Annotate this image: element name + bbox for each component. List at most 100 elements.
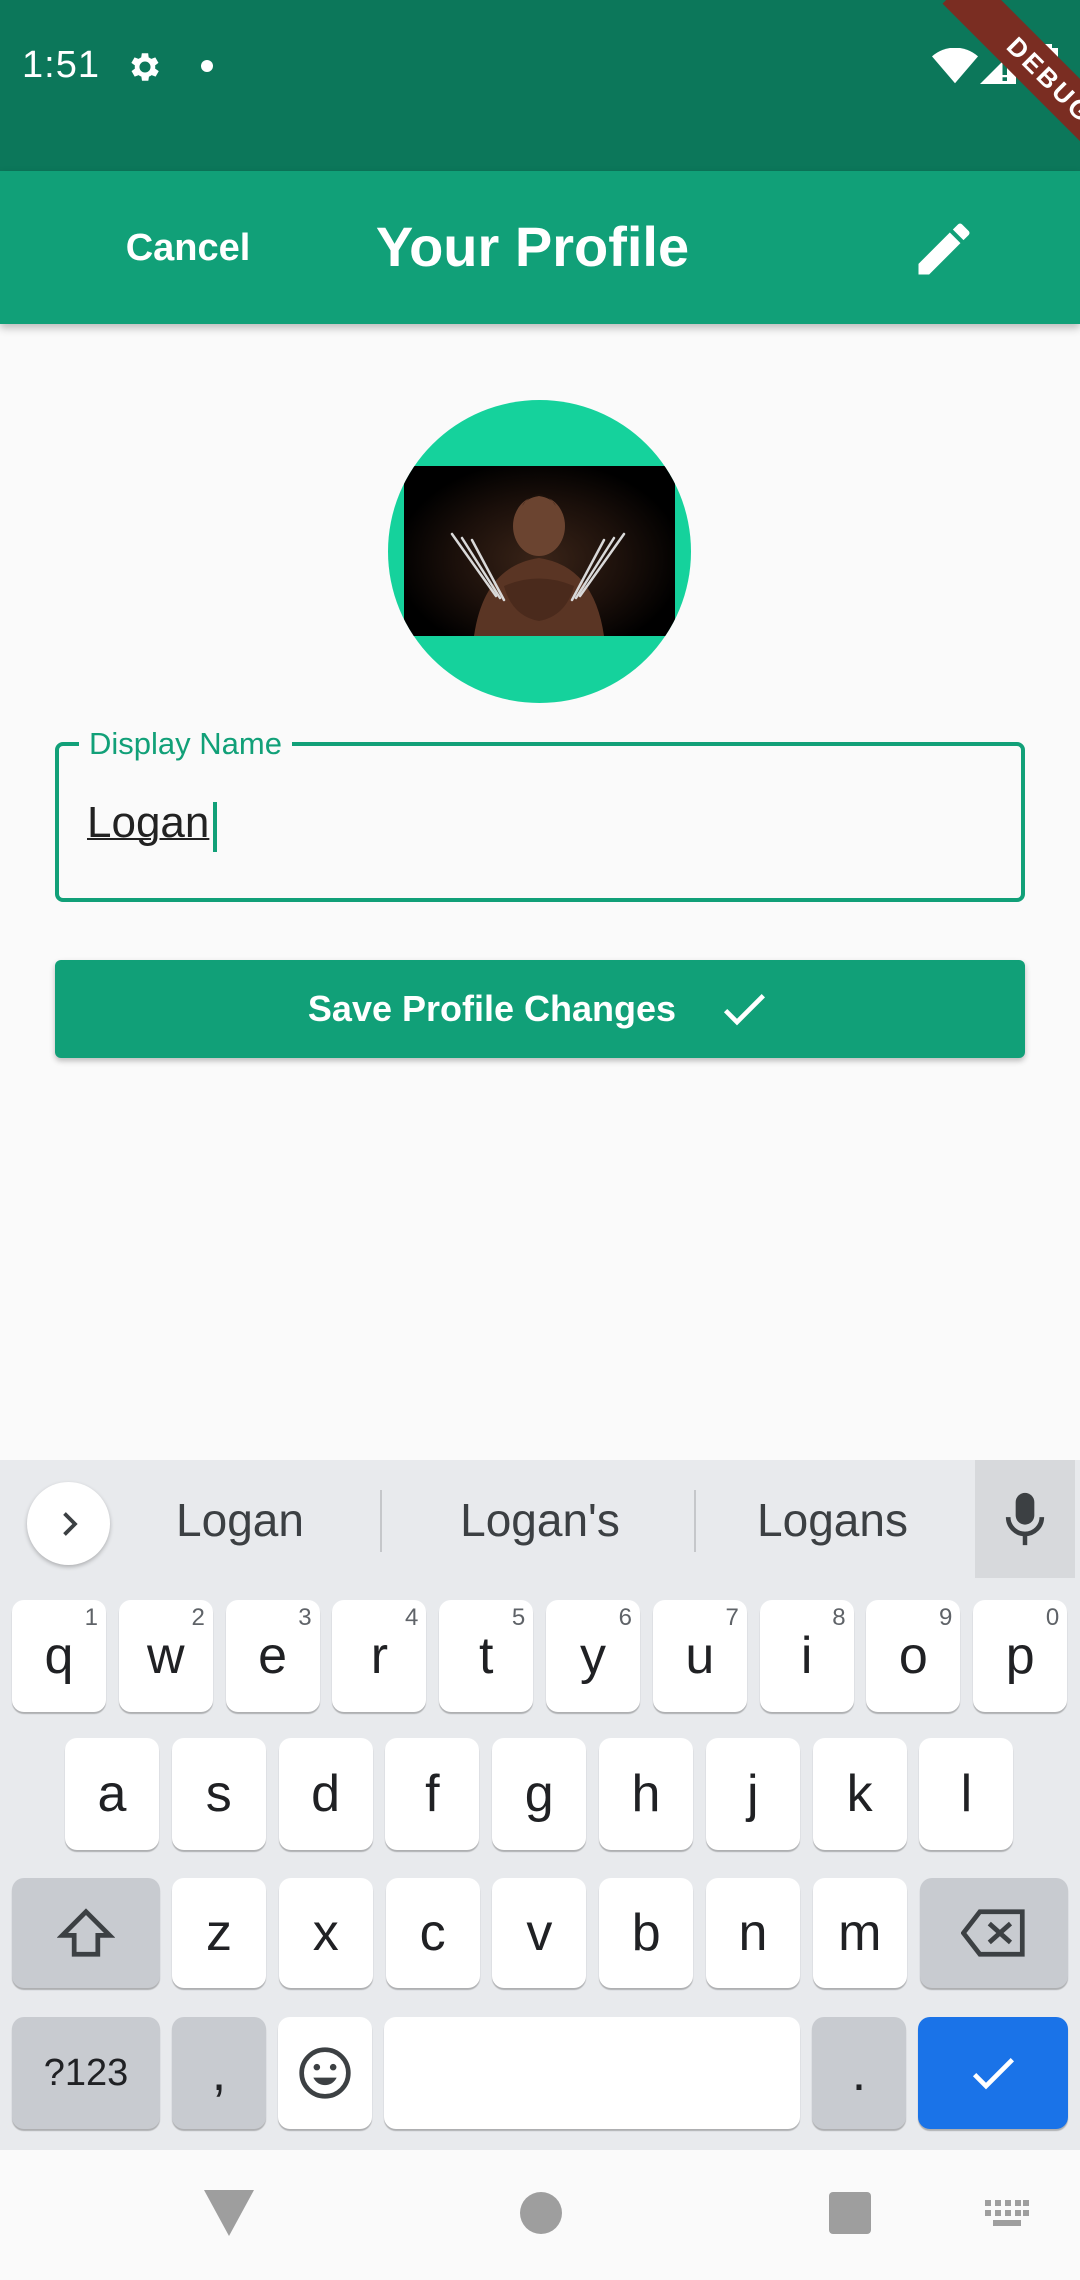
save-profile-label: Save Profile Changes (307, 988, 677, 1029)
key-label: m (838, 1904, 882, 1962)
key-e[interactable]: e3 (225, 1600, 320, 1712)
symbols-key[interactable]: ?123 (12, 2017, 160, 2129)
microphone-button[interactable] (975, 1460, 1075, 1578)
key-label: a (97, 1765, 127, 1823)
system-nav-bar (0, 2150, 1080, 2280)
emoji-key[interactable] (278, 2017, 372, 2129)
key-number-hint: 6 (618, 1604, 632, 1631)
key-label: w (147, 1627, 185, 1685)
suggestion-1[interactable]: Logan (130, 1480, 350, 1560)
key-v[interactable]: v (492, 1878, 587, 1988)
profile-photo-figure (450, 494, 626, 636)
key-b[interactable]: b (599, 1878, 694, 1988)
key-f[interactable]: f (385, 1738, 480, 1850)
save-profile-button[interactable]: Save Profile Changes (55, 960, 1025, 1058)
wifi-icon (932, 48, 978, 84)
back-triangle-icon[interactable] (204, 2190, 254, 2236)
key-label: x (312, 1904, 339, 1962)
key-u[interactable]: u7 (652, 1600, 747, 1712)
key-i[interactable]: i8 (759, 1600, 854, 1712)
backspace-key[interactable] (920, 1878, 1068, 1988)
backspace-icon (961, 1909, 1025, 1957)
key-label: n (738, 1904, 768, 1962)
key-label: t (478, 1627, 494, 1685)
profile-photo (404, 466, 675, 636)
key-n[interactable]: n (706, 1878, 800, 1988)
key-number-hint: 7 (725, 1604, 739, 1631)
key-label: l (960, 1765, 973, 1823)
check-icon (972, 2058, 1014, 2090)
done-key[interactable] (918, 2017, 1068, 2129)
chevron-right-icon (62, 1511, 78, 1536)
key-g[interactable]: g (492, 1738, 587, 1850)
comma-key-label: , (211, 2044, 227, 2102)
key-number-hint: 2 (191, 1604, 205, 1631)
key-r[interactable]: r4 (332, 1600, 427, 1712)
suggestion-divider (380, 1490, 382, 1552)
key-s[interactable]: s (171, 1738, 266, 1850)
key-label: u (685, 1627, 715, 1685)
key-q[interactable]: q1 (12, 1600, 106, 1712)
pencil-icon[interactable] (910, 215, 978, 283)
key-label: c (419, 1904, 446, 1962)
key-label: d (311, 1765, 341, 1823)
soft-keyboard: Logan Logan's Logans ?123 , . q 1 w 2 e … (0, 1460, 1080, 2150)
key-number-hint: 0 (1045, 1604, 1060, 1631)
display-name-input[interactable]: Logan (87, 798, 209, 848)
display-name-field[interactable]: Display Name Logan (55, 724, 1025, 902)
key-t[interactable]: t5 (439, 1600, 534, 1712)
key-number-hint: 9 (939, 1604, 953, 1631)
key-label: g (524, 1765, 554, 1823)
key-k[interactable]: k (812, 1738, 907, 1850)
recents-square-icon[interactable] (829, 2192, 871, 2234)
key-number-hint: 4 (405, 1604, 419, 1631)
shift-icon (57, 1908, 115, 1957)
key-label: k (846, 1765, 873, 1823)
space-key[interactable] (384, 2017, 800, 2129)
key-h[interactable]: h (599, 1738, 693, 1850)
key-label: r (370, 1627, 389, 1685)
keyboard-switch-icon[interactable] (985, 2200, 1029, 2228)
key-c[interactable]: c (385, 1878, 480, 1988)
key-label: z (206, 1904, 232, 1962)
key-label: e (258, 1627, 288, 1685)
key-d[interactable]: d (278, 1738, 373, 1850)
suggestion-3[interactable]: Logans (720, 1480, 945, 1560)
key-label: v (526, 1904, 553, 1962)
suggestion-expand-button[interactable] (27, 1482, 110, 1565)
shift-key[interactable] (12, 1878, 160, 1988)
period-key[interactable]: . (812, 2017, 906, 2129)
display-name-label: Display Name (79, 724, 292, 764)
suggestion-divider (694, 1490, 696, 1552)
page-title: Your Profile (375, 215, 690, 278)
key-number-hint: 1 (84, 1604, 98, 1631)
suggestion-2[interactable]: Logan's (410, 1480, 670, 1560)
emoji-icon (299, 2047, 351, 2099)
key-x[interactable]: x (278, 1878, 373, 1988)
debug-banner: DEBUG (942, 0, 1080, 171)
key-p[interactable]: p0 (973, 1600, 1068, 1712)
key-label: f (425, 1765, 440, 1823)
notification-dot-icon (201, 60, 213, 72)
key-l[interactable]: l (919, 1738, 1014, 1850)
key-w[interactable]: w2 (118, 1600, 213, 1712)
key-number-hint: 8 (832, 1604, 846, 1631)
key-o[interactable]: o9 (866, 1600, 961, 1712)
key-y[interactable]: y6 (546, 1600, 640, 1712)
symbols-key-label: ?123 (43, 2051, 129, 2094)
comma-key[interactable]: , (172, 2017, 266, 2129)
key-label: p (1005, 1627, 1035, 1685)
settings-gear-icon (131, 53, 159, 81)
key-label: h (631, 1765, 661, 1823)
key-m[interactable]: m (812, 1878, 907, 1988)
key-a[interactable]: a (65, 1738, 159, 1850)
cancel-button[interactable]: Cancel (100, 216, 276, 280)
key-number-hint: 3 (298, 1604, 312, 1631)
home-circle-icon[interactable] (520, 2192, 562, 2234)
avatar[interactable] (388, 400, 691, 703)
key-z[interactable]: z (172, 1878, 266, 1988)
key-label: y (580, 1627, 606, 1685)
key-label: b (631, 1904, 661, 1962)
key-j[interactable]: j (705, 1738, 800, 1850)
microphone-icon (1005, 1492, 1045, 1546)
